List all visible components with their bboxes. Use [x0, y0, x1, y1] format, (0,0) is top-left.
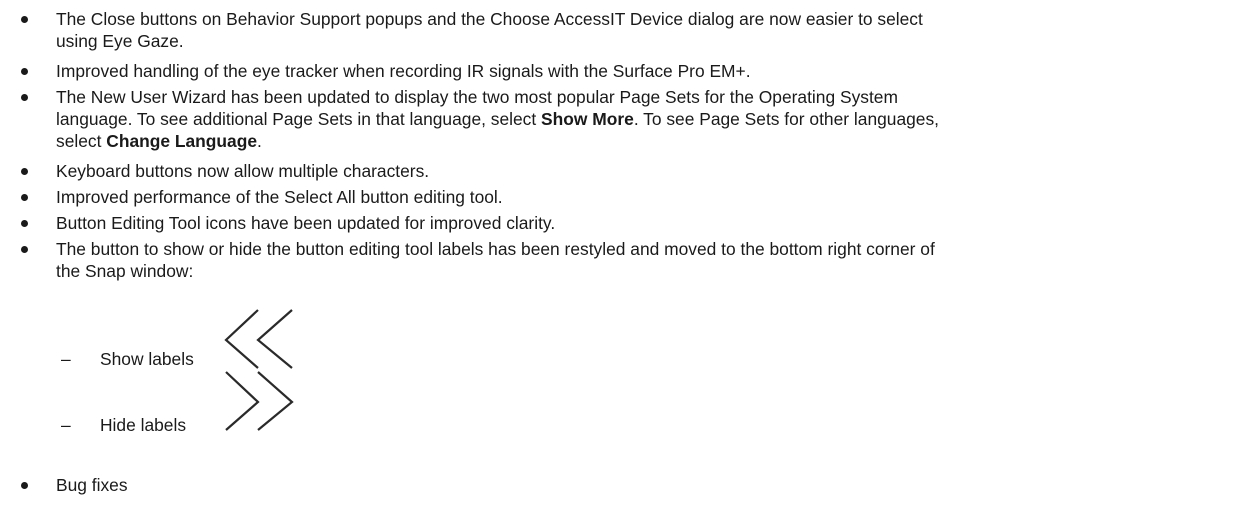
list-item-text: Improved performance of the Select All b…	[56, 186, 1256, 208]
bullet-point	[21, 220, 31, 230]
dash-marker: –	[61, 415, 71, 435]
text-segment: . To see Page Sets for other languages,	[633, 109, 939, 129]
text-line: Keyboard buttons now allow multiple char…	[56, 161, 430, 181]
list-item-text: The button to show or hide the button ed…	[56, 238, 1256, 282]
text-segment: select	[56, 131, 107, 151]
double-chevron-left-icon	[224, 309, 293, 369]
bullet-point	[21, 94, 31, 104]
text-line: Improved handling of the eye tracker whe…	[56, 61, 751, 81]
list-item-text: Improved handling of the eye tracker whe…	[56, 60, 1256, 82]
list-item-text: The New User Wizard has been updated to …	[56, 86, 1256, 152]
bullet-point	[21, 168, 31, 178]
bullet-point	[21, 16, 31, 26]
text-line: language. To see additional Page Sets in…	[56, 108, 1256, 130]
bullet-point	[21, 482, 31, 492]
text-line: The button to show or hide the button ed…	[56, 239, 935, 259]
double-chevron-right-icon	[225, 371, 294, 431]
list-item-text: Keyboard buttons now allow multiple char…	[56, 160, 1256, 182]
change-language-emphasis: Change Language	[106, 131, 257, 151]
dash-marker: –	[61, 349, 71, 369]
list-item-text: Button Editing Tool icons have been upda…	[56, 212, 1256, 234]
text-line: Button Editing Tool icons have been upda…	[56, 213, 556, 233]
list-item-text: The Close buttons on Behavior Support po…	[56, 8, 1256, 52]
text-line: using Eye Gaze.	[56, 31, 184, 51]
list-item-text: Bug fixes	[56, 474, 1256, 496]
text-line: the Snap window:	[56, 261, 194, 281]
hide-labels-text: Hide labels	[100, 415, 187, 435]
text-line: Improved performance of the Select All b…	[56, 187, 503, 207]
text-line: The New User Wizard has been updated to …	[56, 87, 898, 107]
bullet-point	[21, 194, 31, 204]
text-line: select Change Language.	[56, 130, 1256, 152]
text-segment: language. To see additional Page Sets in…	[56, 109, 542, 129]
text-line: The Close buttons on Behavior Support po…	[56, 9, 923, 29]
bullet-point	[21, 68, 31, 78]
text-line: Bug fixes	[56, 475, 128, 495]
show-more-emphasis: Show More	[541, 109, 634, 129]
bullet-point	[21, 246, 31, 256]
text-segment: .	[257, 131, 262, 151]
show-labels-text: Show labels	[100, 349, 194, 369]
